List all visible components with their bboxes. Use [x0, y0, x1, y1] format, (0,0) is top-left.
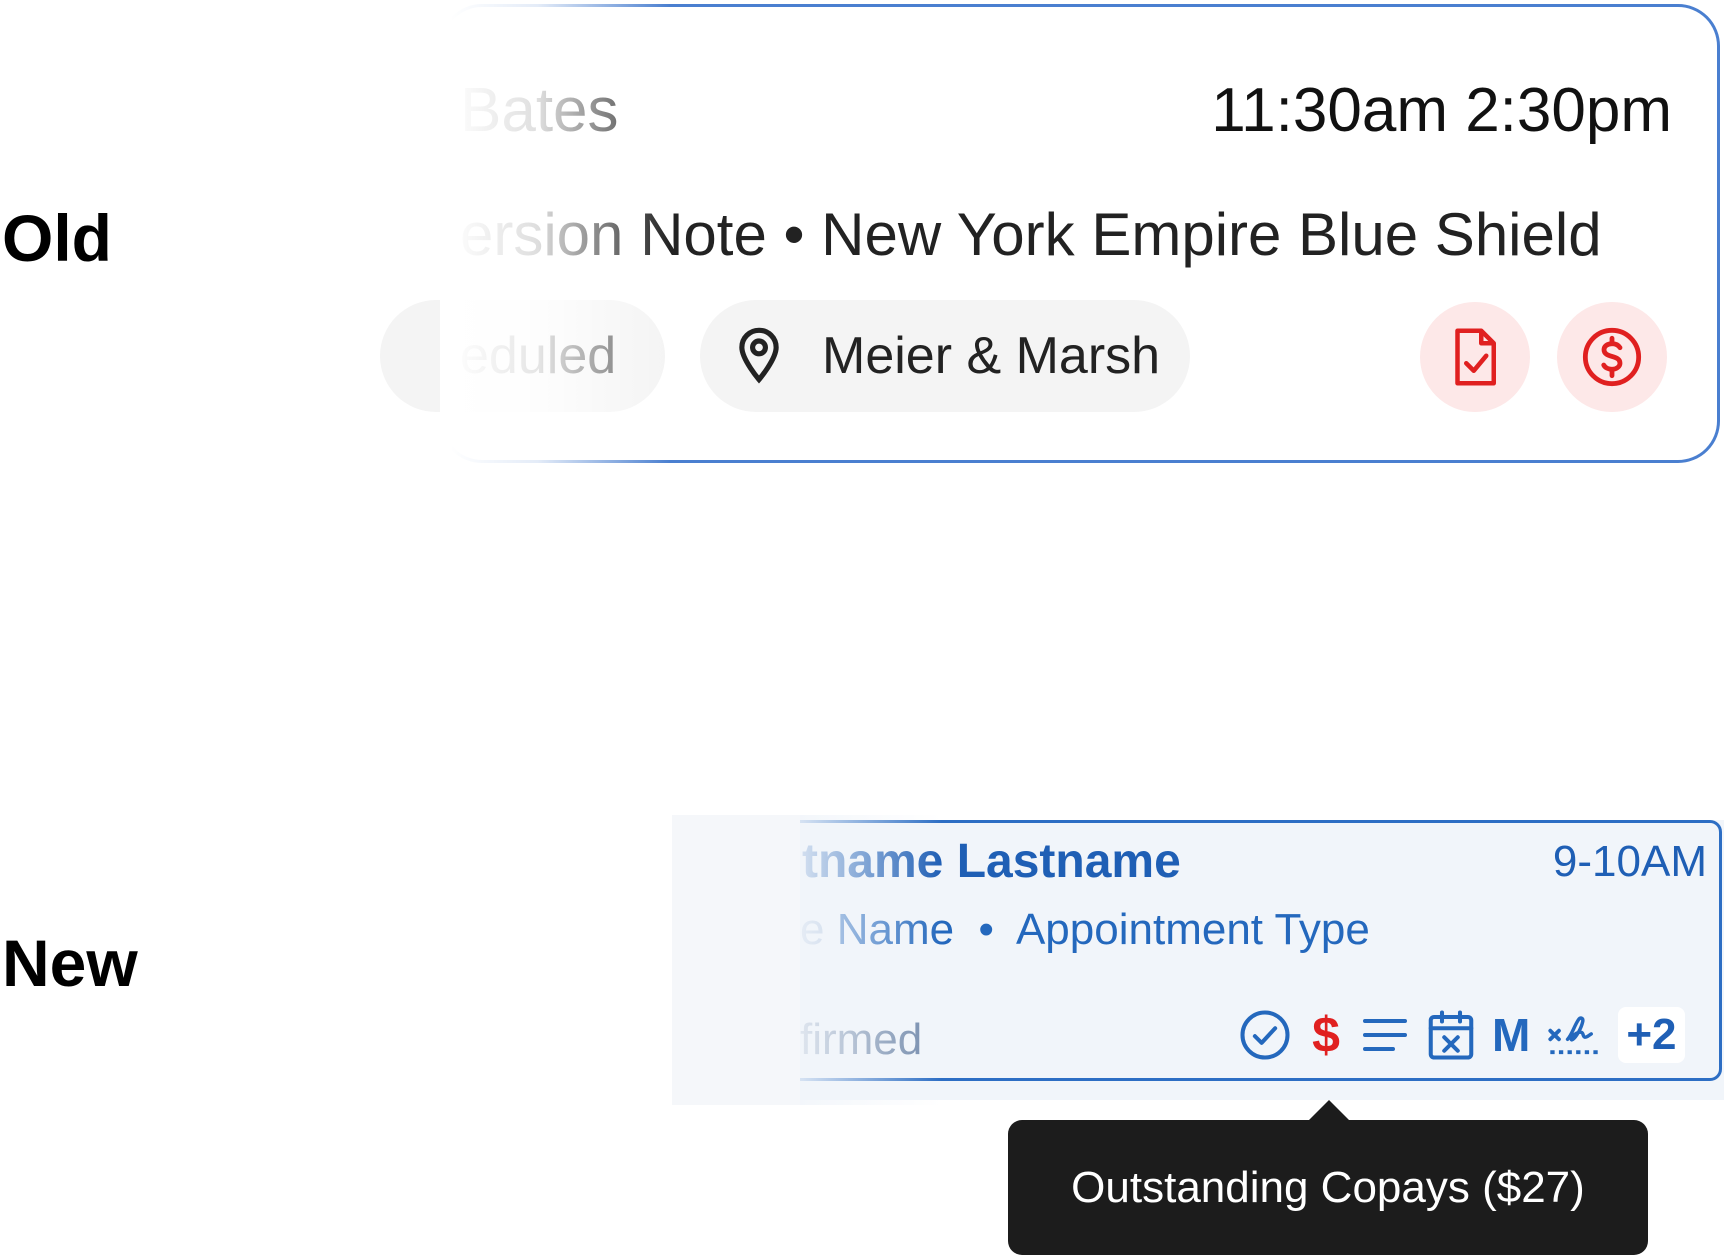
new-appointment-time: 9-10AM — [1552, 837, 1707, 886]
calendar-x-icon[interactable] — [1426, 1008, 1476, 1062]
old-patient-name: Bates — [460, 76, 619, 145]
more-icons-badge[interactable]: +2 — [1618, 1007, 1685, 1063]
new-details-prefix: e — [800, 905, 825, 954]
dollar-circle-icon — [1582, 327, 1642, 387]
old-location-pill[interactable]: Meier & Marsh — [700, 300, 1190, 412]
old-appointment-times: 11:30am 2:30pm — [1211, 76, 1672, 145]
new-status-text: firmed — [800, 1015, 923, 1064]
new-details-text: Name • Appointment Type — [836, 905, 1370, 954]
document-check-icon — [1455, 328, 1496, 386]
dollar-icon[interactable]: $ — [1308, 1006, 1344, 1064]
new-status-icons: $ M +2 — [1238, 1005, 1701, 1065]
check-circle-icon[interactable] — [1238, 1008, 1292, 1062]
tooltip-arrow — [1307, 1100, 1351, 1122]
signature-icon[interactable] — [1546, 1008, 1602, 1062]
new-patient-name: tname Lastname — [802, 835, 1181, 888]
new-appointment-details: e Name • Appointment Type — [800, 908, 1370, 952]
old-location-text: Meier & Marsh — [822, 327, 1161, 385]
old-document-button[interactable] — [1420, 302, 1530, 412]
m-icon[interactable]: M — [1492, 1008, 1530, 1062]
notes-icon[interactable] — [1360, 1015, 1410, 1055]
new-label: New — [2, 926, 138, 1000]
old-dollar-button[interactable] — [1557, 302, 1667, 412]
tooltip-text: Outstanding Copays ($27) — [1071, 1162, 1585, 1212]
old-status-pill[interactable]: eduled — [380, 300, 665, 412]
location-pin-icon — [739, 327, 779, 384]
outstanding-copays-tooltip: Outstanding Copays ($27) — [1008, 1120, 1648, 1255]
new-card-left-cover — [672, 815, 800, 1105]
old-status-text: eduled — [460, 327, 617, 385]
old-label: Old — [2, 201, 112, 275]
old-card-left-cover — [440, 0, 452, 470]
old-appointment-details: ersion Note • New York Empire Blue Shiel… — [460, 201, 1602, 268]
